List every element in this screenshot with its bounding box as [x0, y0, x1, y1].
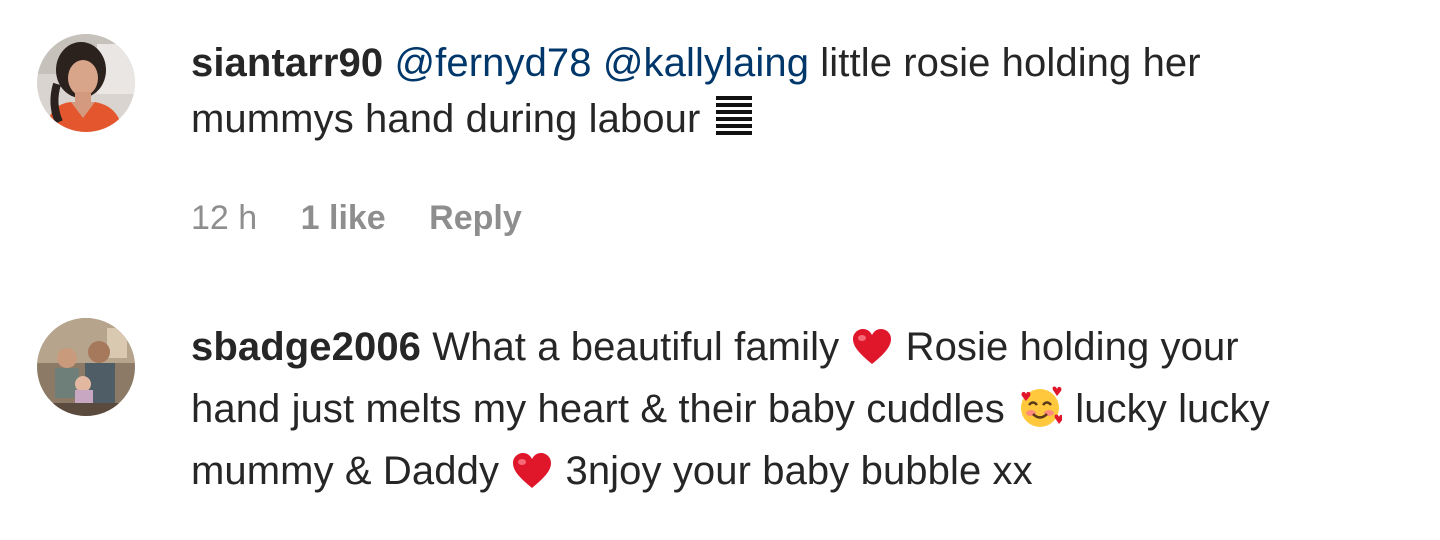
comment-text-fragment: lucky lucky	[1064, 387, 1270, 431]
comment-text-fragment: Rosie holding your	[894, 325, 1239, 369]
comment-text-fragment: 3njoy your baby bubble xx	[554, 449, 1033, 493]
comment-text: siantarr90 @fernyd78 @kallylaing little …	[191, 35, 1421, 153]
comment-text-fragment: hand just melts my heart & their baby cu…	[191, 387, 1017, 431]
comment-body: sbadge2006 What a beautiful family Rosie…	[191, 319, 1421, 505]
avatar[interactable]	[37, 34, 135, 132]
reply-button[interactable]: Reply	[429, 199, 522, 237]
avatar[interactable]	[37, 318, 135, 416]
building-emoji-icon	[714, 96, 754, 153]
comment-body: siantarr90 @fernyd78 @kallylaing little …	[191, 35, 1421, 153]
comment-text: sbadge2006 What a beautiful family Rosie…	[191, 319, 1421, 505]
comment-text-fragment: mummys hand during labour	[191, 97, 701, 141]
comment-text-fragment: mummy & Daddy	[191, 449, 511, 493]
comment-meta: 12 h 1 like Reply	[191, 193, 556, 243]
comment-text-fragment: little rosie holding her	[809, 41, 1201, 85]
comment-timestamp[interactable]: 12 h	[191, 199, 257, 237]
mention-link[interactable]: @kallylaing	[603, 41, 809, 85]
comment-text-fragment: What a beautiful family	[421, 325, 851, 369]
avatar-image	[37, 34, 135, 132]
smiling-face-with-hearts-emoji-icon	[1018, 386, 1064, 443]
likes-count[interactable]: 1 like	[301, 199, 386, 237]
username-link[interactable]: siantarr90	[191, 41, 383, 85]
red-heart-emoji-icon	[852, 325, 892, 381]
username-link[interactable]: sbadge2006	[191, 325, 421, 369]
mention-link[interactable]: @fernyd78	[394, 41, 591, 85]
avatar-image	[37, 318, 135, 416]
red-heart-emoji-icon	[512, 449, 552, 505]
